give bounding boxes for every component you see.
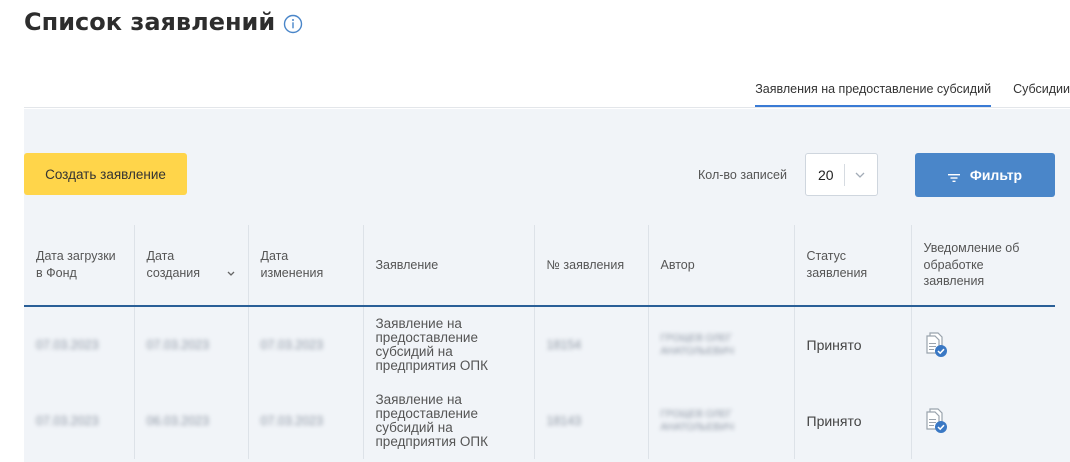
- status-value: Принято: [806, 413, 862, 429]
- select-divider: [844, 163, 845, 186]
- cell-upload-date: 07.03.2023: [24, 383, 135, 459]
- cell-created-date: 06.03.2023: [134, 383, 249, 459]
- cell-notice: [911, 306, 1055, 383]
- page-title: Список заявлений: [24, 8, 303, 36]
- cell-created-date: 07.03.2023: [134, 306, 249, 383]
- cell-application: Заявление на предоставление субсидий на …: [363, 306, 535, 383]
- header-notice: Уведомление об обработке заявления: [911, 225, 1055, 307]
- header-changed-date[interactable]: Дата изменения: [248, 225, 364, 307]
- cell-status: Принято: [794, 306, 912, 383]
- changed-date-value: 07.03.2023: [260, 338, 324, 352]
- header-status[interactable]: Статус заявления: [794, 225, 912, 307]
- changed-date-value: 07.03.2023: [260, 414, 324, 428]
- tab-applications[interactable]: Заявления на предоставление субсидий: [755, 80, 992, 108]
- filter-icon: [947, 170, 960, 182]
- table-header-row: Дата загрузки в Фонд Дата создания Дата …: [24, 225, 1055, 307]
- cell-author: ГРОЩЕВ ОЛЕГ АНАТОЛЬЕВИЧ: [648, 383, 795, 459]
- records-count-value: 20: [818, 166, 834, 183]
- filter-button-label: Фильтр: [969, 167, 1023, 183]
- page-title-text: Список заявлений: [24, 8, 276, 36]
- upload-date-value: 07.03.2023: [36, 338, 99, 352]
- application-text: Заявление на предоставление субсидий на …: [375, 315, 488, 374]
- application-number: 18143: [546, 414, 582, 428]
- create-application-button[interactable]: Создать заявление: [24, 153, 187, 195]
- tab-bar: Заявления на предоставление субсидий Суб…: [755, 80, 1070, 108]
- cell-number: 18143: [534, 383, 649, 459]
- sort-chevron-icon[interactable]: [226, 266, 236, 276]
- cell-author: ГРОЩЕВ ОЛЕГ АНАТОЛЬЕВИЧ: [648, 306, 795, 383]
- document-check-icon[interactable]: [924, 330, 950, 358]
- header-author[interactable]: Автор: [648, 225, 795, 307]
- chevron-down-icon[interactable]: [853, 168, 867, 182]
- application-text: Заявление на предоставление субсидий на …: [375, 391, 488, 450]
- info-icon[interactable]: [283, 12, 303, 34]
- applications-table: Дата загрузки в Фонд Дата создания Дата …: [24, 225, 1055, 459]
- author-name: ГРОЩЕВ ОЛЕГ АНАТОЛЬЕВИЧ: [660, 409, 734, 433]
- cell-upload-date: 07.03.2023: [24, 306, 135, 383]
- tabs-divider: [24, 107, 1070, 108]
- header-number[interactable]: № заявления: [534, 225, 649, 307]
- application-number: 18154: [546, 338, 582, 352]
- content-panel: Создать заявление Кол-во записей 20 Филь…: [24, 109, 1070, 462]
- upload-date-value: 07.03.2023: [36, 414, 99, 428]
- header-created-date[interactable]: Дата создания: [134, 225, 249, 307]
- records-count-select[interactable]: 20: [805, 153, 878, 196]
- filter-button[interactable]: Фильтр: [915, 153, 1055, 197]
- created-date-value: 07.03.2023: [146, 338, 210, 352]
- cell-changed-date: 07.03.2023: [248, 306, 364, 383]
- table-row[interactable]: 07.03.2023 06.03.2023 07.03.2023 Заявлен…: [24, 383, 1055, 459]
- document-check-icon[interactable]: [924, 406, 950, 434]
- author-name: ГРОЩЕВ ОЛЕГ АНАТОЛЬЕВИЧ: [660, 333, 734, 357]
- created-date-value: 06.03.2023: [146, 414, 210, 428]
- cell-number: 18154: [534, 306, 649, 383]
- cell-changed-date: 07.03.2023: [248, 383, 364, 459]
- cell-notice: [911, 383, 1055, 459]
- header-application[interactable]: Заявление: [363, 225, 535, 307]
- header-created-label: Дата создания: [146, 249, 201, 280]
- table-row[interactable]: 07.03.2023 07.03.2023 07.03.2023 Заявлен…: [24, 306, 1055, 383]
- cell-application: Заявление на предоставление субсидий на …: [363, 383, 535, 459]
- header-upload-date[interactable]: Дата загрузки в Фонд: [24, 225, 135, 307]
- cell-status: Принято: [794, 383, 912, 459]
- tab-subsidies[interactable]: Субсидии: [1013, 80, 1070, 108]
- records-count-label: Кол-во записей: [698, 168, 787, 182]
- status-value: Принято: [806, 337, 862, 353]
